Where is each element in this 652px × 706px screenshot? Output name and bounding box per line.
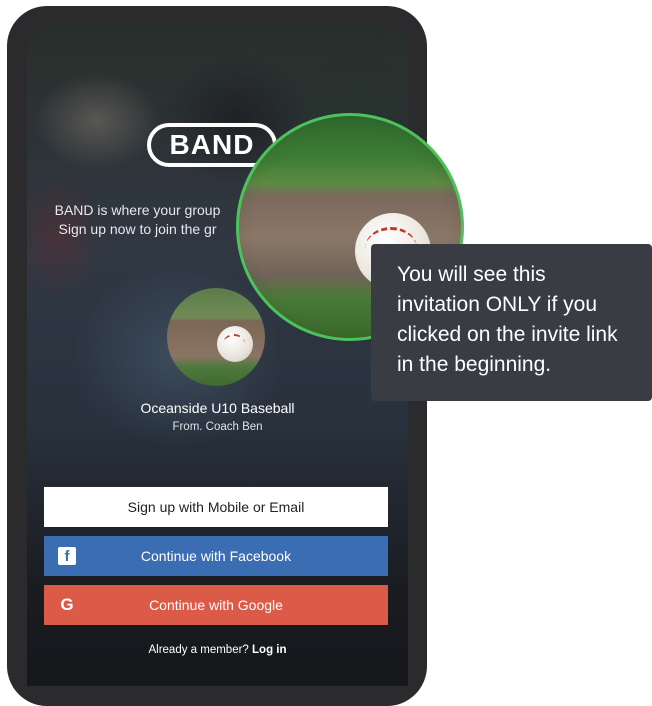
facebook-icon: f	[58, 547, 76, 565]
invite-from: From. Coach Ben	[172, 421, 263, 433]
login-prompt: Already a member?	[148, 644, 249, 656]
google-button-label: Continue with Google	[149, 597, 283, 613]
signup-button-label: Sign up with Mobile or Email	[127, 499, 305, 515]
google-icon: G	[60, 595, 74, 614]
signup-button[interactable]: Sign up with Mobile or Email	[44, 487, 388, 527]
login-link[interactable]: Log in	[252, 644, 287, 656]
instruction-tooltip: You will see this invitation ONLY if you…	[371, 244, 652, 401]
login-row: Already a member? Log in	[27, 644, 408, 656]
facebook-button[interactable]: f Continue with Facebook	[44, 536, 388, 576]
group-name: Oceanside U10 Baseball	[140, 400, 295, 416]
facebook-button-label: Continue with Facebook	[140, 548, 292, 564]
google-button[interactable]: G Continue with Google	[44, 585, 388, 625]
